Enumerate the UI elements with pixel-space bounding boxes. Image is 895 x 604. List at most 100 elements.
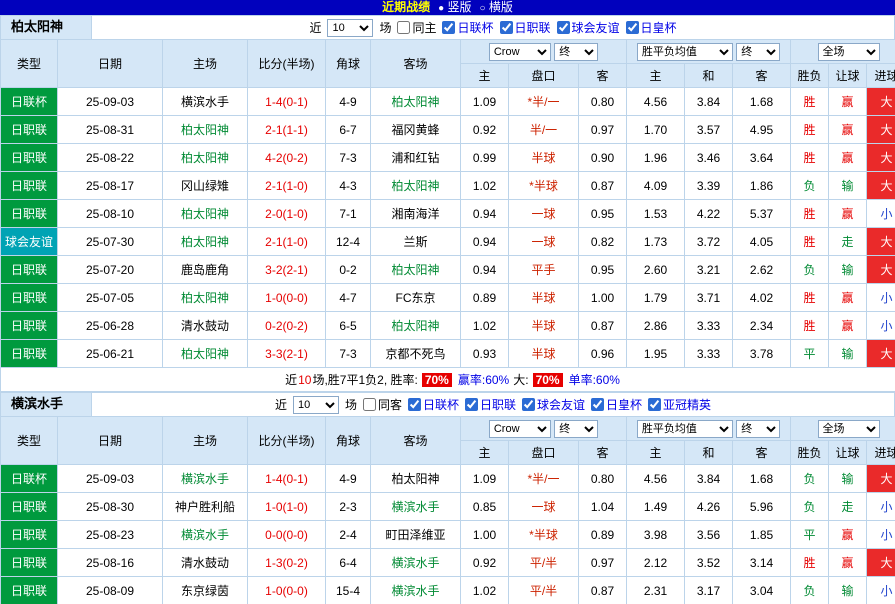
col-header-odds-home: 主 <box>461 441 509 465</box>
home-team-link[interactable]: 清水鼓动 <box>163 549 248 577</box>
same-home-checkbox-input[interactable] <box>397 21 410 34</box>
league-filter-friendly-input[interactable] <box>522 398 535 411</box>
header-row-1: 类型 日期 主场 比分(半场) 角球 客场 Crow 终 胜平负均值 终 <box>1 417 895 441</box>
away-team-link[interactable]: 浦和红钻 <box>371 144 461 172</box>
away-team-link[interactable]: 湘南海洋 <box>371 200 461 228</box>
home-team-link[interactable]: 冈山绿雉 <box>163 172 248 200</box>
home-team-link[interactable]: 横滨水手 <box>163 521 248 549</box>
league-filter-jleaguecup[interactable]: 日联杯 <box>442 19 493 36</box>
section-header: 柏太阳神 近 10 场 同主 日联杯 日职联 球会友谊 日皇杯 <box>0 15 895 39</box>
league-filter-emperorscup-input[interactable] <box>626 21 639 34</box>
avg-odds-home-cell: 2.12 <box>627 549 685 577</box>
league-filter-aclelite[interactable]: 亚冠精英 <box>648 396 711 413</box>
handicap-result-cell: 赢 <box>829 116 867 144</box>
league-filter-emperorscup[interactable]: 日皇杯 <box>591 396 642 413</box>
date-cell: 25-07-30 <box>58 228 163 256</box>
away-team-link[interactable]: 京都不死鸟 <box>371 340 461 368</box>
league-filter-emperorscup[interactable]: 日皇杯 <box>626 19 677 36</box>
col-header-date: 日期 <box>58 40 163 88</box>
league-filter-jleaguecup[interactable]: 日联杯 <box>408 396 459 413</box>
handicap-odds-home-cell: 1.09 <box>461 465 509 493</box>
scope-select[interactable]: 全场 <box>818 43 880 61</box>
home-team-link[interactable]: 柏太阳神 <box>163 144 248 172</box>
filter-bar: 近 10 场 同主 日联杯 日职联 球会友谊 日皇杯 <box>92 16 894 39</box>
same-away-checkbox-input[interactable] <box>363 398 376 411</box>
layout-option-horizontal[interactable]: ○ 横版 <box>480 0 513 14</box>
handicap-odds-home-cell: 0.92 <box>461 549 509 577</box>
home-team-link[interactable]: 柏太阳神 <box>163 228 248 256</box>
home-team-link[interactable]: 柏太阳神 <box>163 340 248 368</box>
col-header-avg-home: 主 <box>627 441 685 465</box>
home-team-link[interactable]: 横滨水手 <box>163 88 248 116</box>
away-team-link[interactable]: 柏太阳神 <box>371 256 461 284</box>
avg-odds-away-cell: 3.64 <box>733 144 791 172</box>
avg-odds-select[interactable]: 胜平负均值 <box>637 420 733 438</box>
handicap-line-cell: *半球 <box>509 521 579 549</box>
match-result-cell: 胜 <box>791 144 829 172</box>
match-count-select[interactable]: 10 <box>293 396 339 414</box>
handicap-result-cell: 输 <box>829 172 867 200</box>
avg-odds-home-cell: 4.09 <box>627 172 685 200</box>
home-team-link[interactable]: 柏太阳神 <box>163 284 248 312</box>
avg-odds-group: 胜平负均值 终 <box>627 40 791 64</box>
home-team-link[interactable]: 柏太阳神 <box>163 116 248 144</box>
topbar-title: 近期战绩 <box>382 0 430 14</box>
home-team-link[interactable]: 东京绿茵 <box>163 577 248 604</box>
away-team-link[interactable]: 町田泽维亚 <box>371 521 461 549</box>
home-team-link[interactable]: 鹿岛鹿角 <box>163 256 248 284</box>
date-cell: 25-09-03 <box>58 465 163 493</box>
odds-company-select[interactable]: Crow <box>489 43 551 61</box>
league-filter-jleaguecup-input[interactable] <box>442 21 455 34</box>
summary-games: 10 <box>298 373 311 387</box>
corner-cell: 4-9 <box>326 88 371 116</box>
home-team-link[interactable]: 神户胜利船 <box>163 493 248 521</box>
match-count-select[interactable]: 10 <box>327 19 373 37</box>
same-away-checkbox[interactable]: 同客 <box>363 396 402 413</box>
league-filter-j1-input[interactable] <box>465 398 478 411</box>
league-filter-friendly[interactable]: 球会友谊 <box>522 396 585 413</box>
same-home-checkbox[interactable]: 同主 <box>397 19 436 36</box>
away-team-link[interactable]: 柏太阳神 <box>371 88 461 116</box>
league-filter-j1[interactable]: 日职联 <box>500 19 551 36</box>
away-team-link[interactable]: 兰斯 <box>371 228 461 256</box>
away-team-link[interactable]: 横滨水手 <box>371 493 461 521</box>
away-team-link[interactable]: 福冈黄蜂 <box>371 116 461 144</box>
table-row: 日联杯25-09-03横滨水手1-4(0-1)4-9柏太阳神1.09*半/一0.… <box>1 88 895 116</box>
league-filter-friendly[interactable]: 球会友谊 <box>557 19 620 36</box>
odds-company-select[interactable]: Crow <box>489 420 551 438</box>
avg-time-select[interactable]: 终 <box>736 43 780 61</box>
date-cell: 25-08-23 <box>58 521 163 549</box>
league-filter-jleaguecup-input[interactable] <box>408 398 421 411</box>
col-header-corner: 角球 <box>326 40 371 88</box>
league-type-cell: 日职联 <box>1 200 58 228</box>
away-team-link[interactable]: 柏太阳神 <box>371 172 461 200</box>
league-filter-j1[interactable]: 日职联 <box>465 396 516 413</box>
odds-time-select[interactable]: 终 <box>554 43 598 61</box>
league-filter-friendly-input[interactable] <box>557 21 570 34</box>
avg-odds-draw-cell: 3.46 <box>685 144 733 172</box>
home-team-link[interactable]: 柏太阳神 <box>163 200 248 228</box>
home-team-link[interactable]: 清水鼓动 <box>163 312 248 340</box>
odds-time-select[interactable]: 终 <box>554 420 598 438</box>
league-filter-label: 日联杯 <box>423 396 459 413</box>
near-label: 近 <box>309 19 321 36</box>
col-header-avg-draw: 和 <box>685 64 733 88</box>
avg-time-select[interactable]: 终 <box>736 420 780 438</box>
avg-odds-draw-cell: 4.22 <box>685 200 733 228</box>
avg-odds-select[interactable]: 胜平负均值 <box>637 43 733 61</box>
col-header-avg-home: 主 <box>627 64 685 88</box>
away-team-link[interactable]: 柏太阳神 <box>371 465 461 493</box>
corner-cell: 7-3 <box>326 340 371 368</box>
home-team-link[interactable]: 横滨水手 <box>163 465 248 493</box>
away-team-link[interactable]: 柏太阳神 <box>371 312 461 340</box>
table-row: 球会友谊25-07-30柏太阳神2-1(1-0)12-4兰斯0.94一球0.82… <box>1 228 895 256</box>
league-type-cell: 日职联 <box>1 284 58 312</box>
layout-option-vertical[interactable]: ● 竖版 <box>438 0 471 14</box>
scope-select[interactable]: 全场 <box>818 420 880 438</box>
league-filter-aclelite-input[interactable] <box>648 398 661 411</box>
away-team-link[interactable]: 横滨水手 <box>371 577 461 604</box>
away-team-link[interactable]: FC东京 <box>371 284 461 312</box>
league-filter-j1-input[interactable] <box>500 21 513 34</box>
league-filter-emperorscup-input[interactable] <box>591 398 604 411</box>
away-team-link[interactable]: 横滨水手 <box>371 549 461 577</box>
